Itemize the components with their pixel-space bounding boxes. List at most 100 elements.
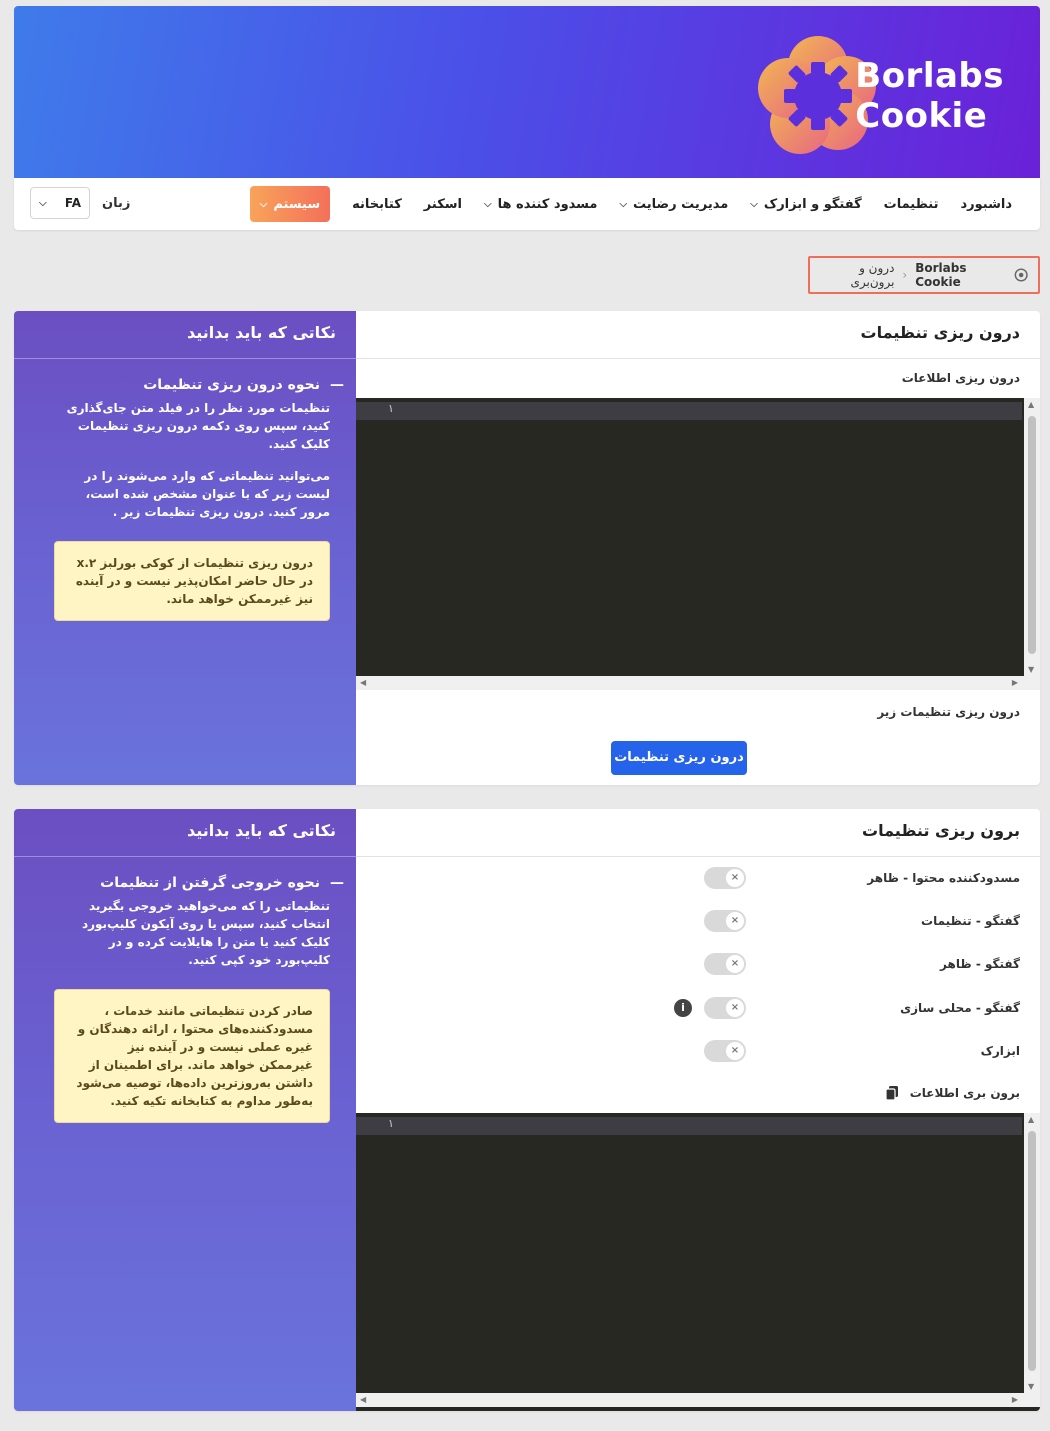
horizontal-scrollbar[interactable]: ◀ ▶ <box>356 676 1040 690</box>
export-info-panel: نکاتی که باید بدانید — نحوه خروجی گرفتن … <box>14 809 356 1411</box>
nav-dialog-widget[interactable]: گفتگو و ابزارک ⌵ <box>750 186 861 222</box>
x-icon: × <box>726 955 744 973</box>
nav-system[interactable]: سیستم ⌵ <box>249 186 331 222</box>
scroll-down-icon: ▼ <box>1028 1382 1035 1391</box>
horizontal-scrollbar[interactable]: ◀ ▶ <box>356 1393 1040 1407</box>
nav-label: گفتگو و ابزارک <box>763 196 862 212</box>
chevron-down-icon: ⌵ <box>484 198 492 210</box>
import-data-label: درون ریزی اطلاعات <box>901 371 1020 385</box>
scrollbar-thumb[interactable] <box>1028 416 1036 654</box>
info-panel-title: نکاتی که باید بدانید <box>14 809 356 857</box>
editor-active-line <box>356 1117 1022 1135</box>
info-paragraph: تنظیمات مورد نظر را در فیلد متن جای‌گذار… <box>66 401 330 451</box>
toggle-label: گفتگو - ظاهر <box>940 957 1020 971</box>
nav-label: اسکنر <box>423 196 462 212</box>
export-data-label-row: برون بری اطلاعات <box>884 1085 1020 1101</box>
scroll-up-icon: ▲ <box>1028 1115 1035 1124</box>
language-switcher: زبان ⌵ FA <box>30 187 130 219</box>
editor-active-line <box>356 402 1022 420</box>
info-subtitle: — نحوه خروجی گرفتن از تنظیمات <box>54 875 344 891</box>
scroll-right-icon: ▶ <box>1011 1395 1018 1404</box>
nav-label: تنظیمات <box>883 196 939 212</box>
breadcrumb: Borlabs Cookie ‹ درون و برون‌بری <box>808 256 1040 294</box>
breadcrumb-current: درون و برون‌بری <box>850 261 895 289</box>
import-info-panel: نکاتی که باید بدانید — نحوه درون ریزی تن… <box>14 311 356 785</box>
nav-label: سیستم <box>273 196 321 212</box>
x-icon: × <box>726 1042 744 1060</box>
x-icon: × <box>726 869 744 887</box>
info-paragraph: تنظیماتی را که می‌خواهید خروجی بگیرید ان… <box>81 899 330 967</box>
export-title: برون ریزی تنظیمات <box>356 809 1040 857</box>
nav-blockers[interactable]: مسدود کننده ها ⌵ <box>484 186 597 222</box>
nav-label: مسدود کننده ها <box>497 196 598 212</box>
import-title: درون ریزی تنظیمات <box>356 311 1040 359</box>
import-card: درون ریزی تنظیمات درون ریزی اطلاعات ۱ ▲ … <box>14 311 1040 785</box>
toggle-switch[interactable]: × <box>704 953 746 975</box>
toggle-row: گفتگو - ظاهر × <box>356 951 1040 981</box>
nav-consent-management[interactable]: مدیریت رضایت ⌵ <box>619 186 728 222</box>
toggle-label: ابزارک <box>980 1044 1020 1058</box>
toggle-label: گفتگو - محلی سازی <box>900 1001 1020 1015</box>
nav-library[interactable]: کتابخانه <box>352 186 402 222</box>
scroll-left-icon: ◀ <box>360 678 367 687</box>
toggle-row: مسدودکننده محتوا - ظاهر × <box>356 865 1040 895</box>
dash-icon: — <box>330 377 344 393</box>
chevron-down-icon: ⌵ <box>619 198 628 210</box>
import-main: درون ریزی تنظیمات درون ریزی اطلاعات ۱ ▲ … <box>356 311 1040 785</box>
toggle-row: گفتگو - تنظیمات × <box>356 908 1040 938</box>
scroll-left-icon: ◀ <box>360 1395 367 1404</box>
scroll-down-icon: ▼ <box>1028 665 1035 674</box>
nav-scanner[interactable]: اسکنر <box>424 186 462 222</box>
line-number: ۱ <box>388 1117 394 1130</box>
chevron-down-icon: ⌵ <box>750 198 758 210</box>
toggle-row: ابزارک × <box>356 1038 1040 1068</box>
info-subtitle-text: نحوه درون ریزی تنظیمات <box>143 377 320 393</box>
brand-logo[interactable]: Borlabs Cookie <box>754 28 1004 158</box>
gear-icon <box>1014 268 1028 282</box>
chevron-down-icon: ⌵ <box>259 198 268 210</box>
main-nav: داشبورد تنظیمات گفتگو و ابزارک ⌵ مدیریت ر… <box>14 178 1040 230</box>
language-value: FA <box>64 196 81 210</box>
nav-label: مدیریت رضایت <box>633 196 729 212</box>
dash-icon: — <box>330 875 344 891</box>
export-main: برون ریزی تنظیمات مسدودکننده محتوا - ظاه… <box>356 809 1040 1411</box>
warning-note: درون ریزی تنظیمات از کوکی بورلبز ۲.x در … <box>54 541 330 621</box>
scrollbar-thumb[interactable] <box>1028 1131 1036 1371</box>
brand-name-line1: Borlabs <box>855 56 1004 96</box>
toggle-switch[interactable]: × <box>704 910 746 932</box>
export-data-label: برون بری اطلاعات <box>909 1086 1020 1100</box>
toggle-switch[interactable]: × <box>704 997 746 1019</box>
import-settings-button[interactable]: درون ریزی تنظیمات <box>611 741 747 775</box>
x-icon: × <box>726 999 744 1017</box>
language-label: زبان <box>102 195 131 211</box>
vertical-scrollbar[interactable]: ▲ ▼ <box>1024 398 1040 676</box>
export-code-editor[interactable]: ۱ ▲ ▼ ◀ ▶ <box>356 1113 1040 1411</box>
nav-dashboard[interactable]: داشبورد <box>960 186 1012 222</box>
import-below-label: درون ریزی تنظیمات زیر <box>877 705 1020 719</box>
info-paragraph: می‌توانید تنظیماتی که وارد می‌شوند را در… <box>84 469 330 519</box>
vertical-scrollbar[interactable]: ▲ ▼ <box>1024 1113 1040 1393</box>
info-subtitle: — نحوه درون ریزی تنظیمات <box>54 377 344 393</box>
breadcrumb-home[interactable]: Borlabs Cookie <box>915 261 1005 289</box>
nav-label: داشبورد <box>960 196 1012 212</box>
scroll-up-icon: ▲ <box>1028 400 1035 409</box>
clipboard-icon[interactable] <box>884 1085 900 1101</box>
info-subtitle-text: نحوه خروجی گرفتن از تنظیمات <box>100 875 320 891</box>
language-select[interactable]: ⌵ FA <box>30 187 90 219</box>
brand-name: Borlabs Cookie <box>855 56 1004 136</box>
toggle-row: گفتگو - محلی سازی × i <box>356 995 1040 1025</box>
toggle-switch[interactable]: × <box>704 867 746 889</box>
line-number: ۱ <box>388 402 394 415</box>
x-icon: × <box>726 912 744 930</box>
breadcrumb-separator: ‹ <box>902 268 908 282</box>
info-icon[interactable]: i <box>674 999 692 1017</box>
header-banner: Borlabs Cookie <box>14 6 1040 178</box>
toggle-switch[interactable]: × <box>704 1040 746 1062</box>
toggle-label: گفتگو - تنظیمات <box>921 914 1020 928</box>
nav-settings[interactable]: تنظیمات <box>884 186 939 222</box>
info-panel-title: نکاتی که باید بدانید <box>14 311 356 359</box>
chevron-down-icon: ⌵ <box>39 197 47 209</box>
toggle-label: مسدودکننده محتوا - ظاهر <box>867 871 1020 885</box>
import-code-editor[interactable]: ۱ ▲ ▼ ◀ ▶ <box>356 398 1040 690</box>
warning-note: صادر کردن تنظیماتی مانند خدمات ، مسدودکن… <box>54 989 330 1123</box>
